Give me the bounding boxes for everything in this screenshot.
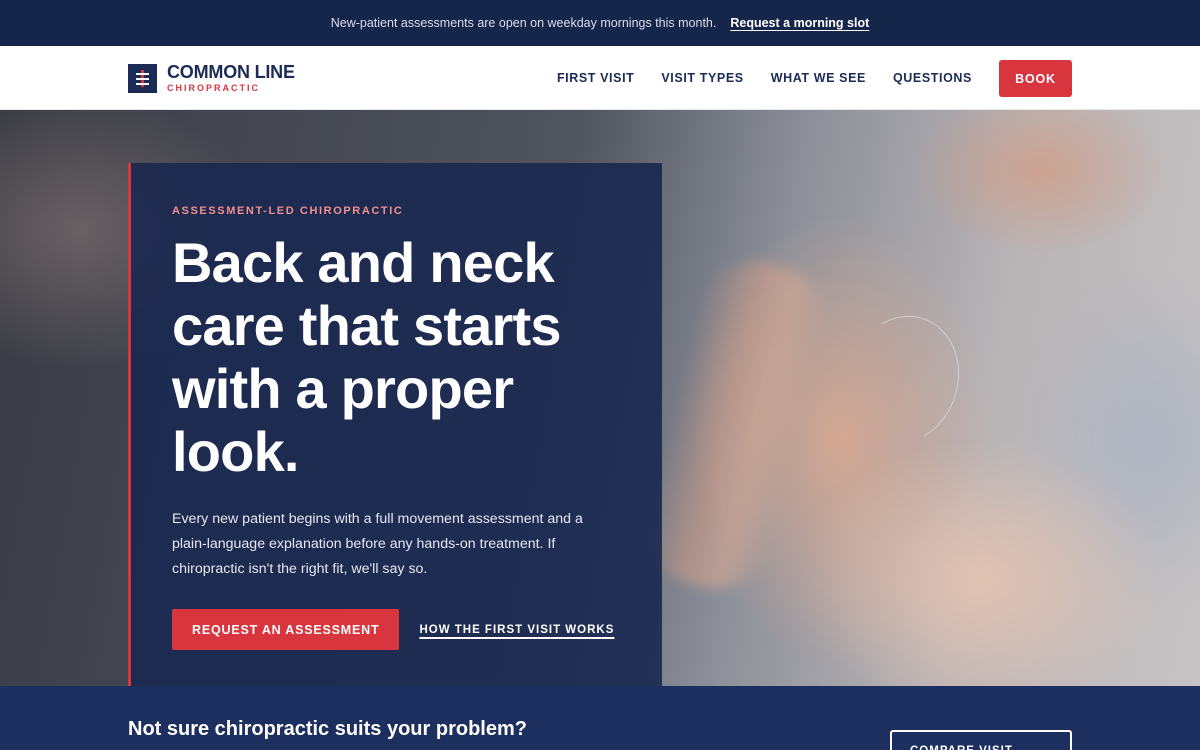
brand-name: COMMON LINE <box>167 62 295 82</box>
first-visit-link[interactable]: HOW THE FIRST VISIT WORKS <box>419 624 614 636</box>
nav-first-visit[interactable]: FIRST VISIT <box>557 71 634 85</box>
announcement-bar: New-patient assessments are open on week… <box>0 0 1200 46</box>
site-header: COMMON LINE CHIROPRACTIC FIRST VISIT VIS… <box>0 46 1200 110</box>
hero-panel: ASSESSMENT-LED CHIROPRACTIC Back and nec… <box>128 163 662 686</box>
hero-photo-detail <box>830 301 976 459</box>
hero-headline: Back and neck care that starts with a pr… <box>172 231 562 483</box>
nav-what-we-see[interactable]: WHAT WE SEE <box>771 71 866 85</box>
announcement-text: New-patient assessments are open on week… <box>330 16 717 30</box>
request-assessment-button[interactable]: REQUEST AN ASSESSMENT <box>172 609 400 650</box>
hero-photo <box>632 249 838 601</box>
nav-questions[interactable]: QUESTIONS <box>893 71 972 85</box>
announcement-link[interactable]: Request a morning slot <box>730 16 869 30</box>
hero-lede: Every new patient begins with a full mov… <box>172 511 583 577</box>
hero-eyebrow: ASSESSMENT-LED CHIROPRACTIC <box>172 205 404 217</box>
brand-subtitle: CHIROPRACTIC <box>167 83 260 93</box>
nav-visit-types[interactable]: VISIT TYPES <box>661 71 743 85</box>
book-button[interactable]: BOOK <box>999 60 1072 97</box>
brand-logo[interactable]: COMMON LINE CHIROPRACTIC <box>128 63 295 93</box>
main-nav: FIRST VISIT VISIT TYPES WHAT WE SEE QUES… <box>557 46 972 109</box>
suitability-band: Not sure chiropractic suits your problem… <box>0 686 1200 750</box>
hero-cta-row: REQUEST AN ASSESSMENT HOW THE FIRST VISI… <box>172 609 622 650</box>
spine-logo-icon <box>128 63 157 93</box>
compare-visit-button[interactable]: COMPARE VISIT <box>890 730 1072 750</box>
band-title: Not sure chiropractic suits your problem… <box>128 718 527 740</box>
